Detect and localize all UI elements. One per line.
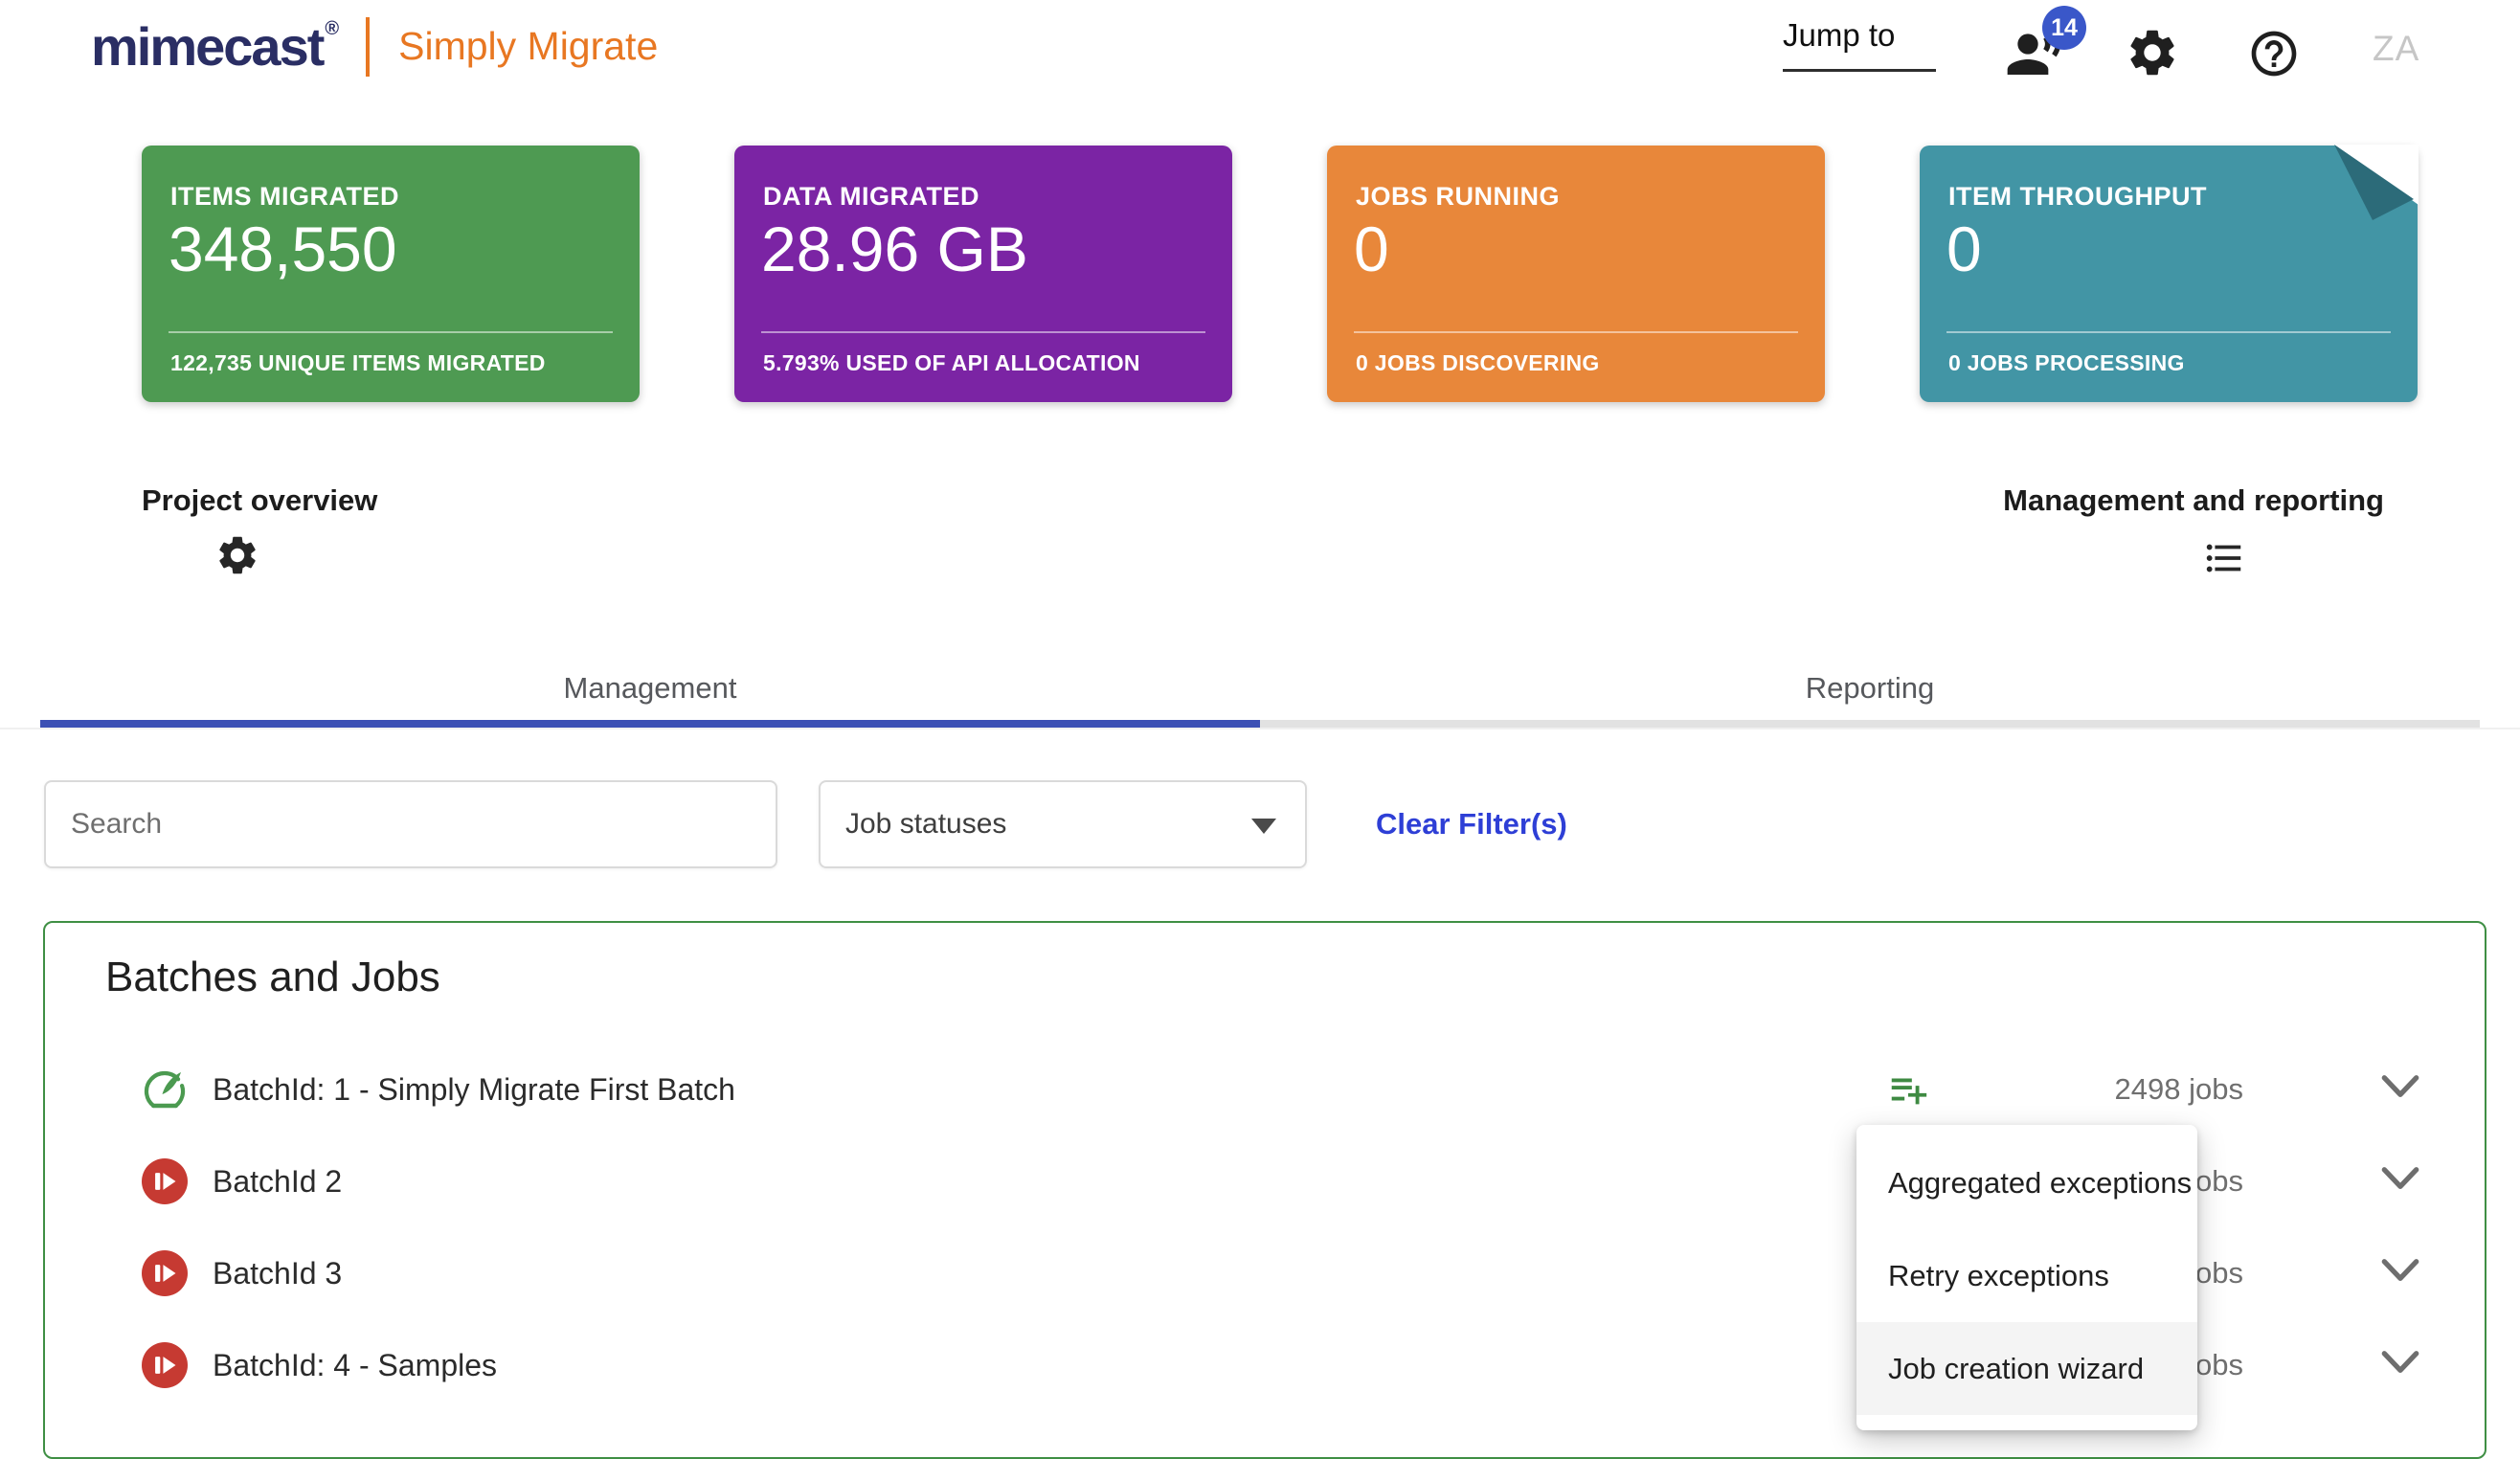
card-item-throughput: ITEM THROUGHPUT 0 0 JOBS PROCESSING xyxy=(1920,145,2419,402)
card-title: JOBS RUNNING xyxy=(1356,182,1561,211)
panel-title: Batches and Jobs xyxy=(105,954,440,1000)
card-title: ITEMS MIGRATED xyxy=(170,182,399,211)
project-overview-label: Project overview xyxy=(142,483,378,517)
jump-to-menu[interactable]: Jump to xyxy=(1783,17,1936,72)
batch-status-gauge-icon xyxy=(142,1066,188,1117)
job-statuses-label: Job statuses xyxy=(845,808,1007,840)
active-tab-ink xyxy=(40,720,1260,728)
gear-icon xyxy=(2130,30,2174,76)
help-button[interactable] xyxy=(2247,27,2301,85)
card-divider xyxy=(1354,331,1798,333)
card-jobs-running: JOBS RUNNING 0 0 JOBS DISCOVERING xyxy=(1327,146,1825,402)
brand-wordmark: mimecast xyxy=(91,16,325,77)
tab-divider xyxy=(0,728,2520,730)
card-title: DATA MIGRATED xyxy=(763,182,979,211)
card-caption: 122,735 UNIQUE ITEMS MIGRATED xyxy=(170,350,546,375)
registered-mark: ® xyxy=(325,18,340,39)
avatar[interactable]: ZA xyxy=(2373,29,2419,69)
tab-reporting[interactable]: Reporting xyxy=(1260,653,2480,730)
list-icon xyxy=(2206,544,2241,572)
card-value: 28.96 GB xyxy=(761,213,1028,284)
card-value: 348,550 xyxy=(169,213,397,284)
clear-filters-link[interactable]: Clear Filter(s) xyxy=(1376,780,1567,868)
brand-logo: mimecast ® Simply Migrate xyxy=(91,15,658,78)
batch-label: BatchId: 1 - Simply Migrate First Batch xyxy=(213,1072,735,1107)
product-name: Simply Migrate xyxy=(398,24,659,68)
management-list-button[interactable] xyxy=(2202,536,2246,585)
playlist-add-icon[interactable] xyxy=(1886,1067,1930,1116)
stat-cards: ITEMS MIGRATED 348,550 122,735 UNIQUE IT… xyxy=(142,145,2419,402)
settings-button[interactable] xyxy=(2125,25,2180,85)
card-value: 0 xyxy=(1946,213,1982,284)
card-divider xyxy=(169,331,613,333)
batch-row[interactable]: BatchId: 1 - Simply Migrate First Batch … xyxy=(45,1044,2483,1135)
help-icon xyxy=(2251,31,2297,77)
chevron-down-icon[interactable] xyxy=(2381,1074,2419,1104)
card-divider xyxy=(761,331,1205,333)
batch-status-resume-icon xyxy=(142,1342,188,1393)
batch-label: BatchId: 4 - Samples xyxy=(213,1348,498,1382)
notifications-badge: 14 xyxy=(2042,6,2086,50)
tab-management[interactable]: Management xyxy=(40,653,1260,730)
jobs-count: 2498 jobs xyxy=(2114,1072,2243,1106)
chevron-down-icon[interactable] xyxy=(2381,1166,2419,1196)
tab-ink-bar xyxy=(40,720,2480,728)
menu-item-retry-exceptions[interactable]: Retry exceptions xyxy=(1856,1229,2197,1322)
job-statuses-select[interactable]: Job statuses xyxy=(819,780,1307,868)
project-overview-settings-button[interactable] xyxy=(214,532,260,583)
folded-corner xyxy=(2334,145,2419,220)
chevron-down-icon[interactable] xyxy=(2381,1258,2419,1288)
card-value: 0 xyxy=(1354,213,1389,284)
card-caption: 0 JOBS DISCOVERING xyxy=(1356,350,1600,375)
tab-bar: Management Reporting xyxy=(40,653,2480,730)
chevron-down-icon[interactable] xyxy=(2381,1350,2419,1380)
batch-status-resume-icon xyxy=(142,1250,188,1301)
card-title: ITEM THROUGHPUT xyxy=(1948,182,2207,211)
batch-label: BatchId 3 xyxy=(213,1256,343,1291)
management-reporting-label: Management and reporting xyxy=(2003,483,2384,517)
card-divider xyxy=(1946,331,2391,333)
dropdown-caret-icon xyxy=(1251,819,1276,834)
batch-actions-menu: Aggregated exceptions Retry exceptions J… xyxy=(1856,1125,2197,1430)
menu-item-job-creation-wizard[interactable]: Job creation wizard xyxy=(1856,1322,2197,1415)
card-data-migrated: DATA MIGRATED 28.96 GB 5.793% USED OF AP… xyxy=(734,146,1232,402)
card-items-migrated: ITEMS MIGRATED 348,550 122,735 UNIQUE IT… xyxy=(142,146,640,402)
card-caption: 0 JOBS PROCESSING xyxy=(1948,350,2185,375)
brand-divider xyxy=(366,16,371,77)
card-caption: 5.793% USED OF API ALLOCATION xyxy=(763,350,1140,375)
app-header: mimecast ® Simply Migrate Jump to 14 ZA xyxy=(0,0,2520,115)
batch-status-resume-icon xyxy=(142,1158,188,1209)
batch-label: BatchId 2 xyxy=(213,1164,343,1199)
menu-item-aggregated-exceptions[interactable]: Aggregated exceptions xyxy=(1856,1136,2197,1229)
gear-icon xyxy=(219,536,256,574)
inactive-tab-ink xyxy=(1260,720,2480,728)
search-input[interactable] xyxy=(44,780,777,868)
